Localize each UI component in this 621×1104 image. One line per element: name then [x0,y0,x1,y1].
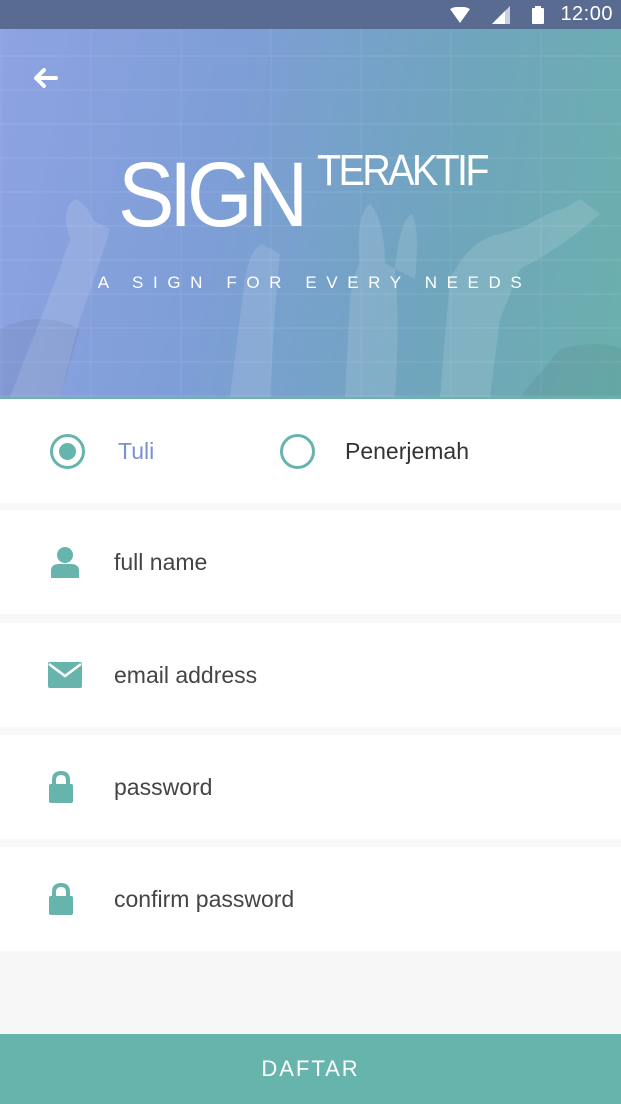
tagline: A SIGN FOR EVERY NEEDS [97,273,532,292]
radio-label-penerjemah: Penerjemah [345,437,470,464]
lock-icon [44,882,78,916]
app-logo: SIGN TERAKTIF [118,149,506,249]
confirm-password-field[interactable]: confirm password [0,847,621,951]
full-name-field[interactable]: full name [0,510,621,614]
lock-icon [44,770,78,804]
radio-unselected-icon[interactable] [280,433,315,469]
signal-icon [492,5,511,24]
back-button[interactable] [28,63,64,93]
battery-icon [532,5,545,24]
mail-icon [48,658,82,692]
role-radio-group: Tuli Penerjemah [0,397,621,503]
logo-main-text: SIGN [118,144,308,246]
radio-selected-icon[interactable] [50,433,85,469]
user-icon [48,545,82,579]
status-bar: 12:00 [0,0,621,29]
logo-sup-text: TERAKTIF [316,146,490,195]
email-placeholder: email address [114,661,258,688]
email-field[interactable]: email address [0,623,621,727]
password-field[interactable]: password [0,735,621,839]
confirm-password-placeholder: confirm password [114,885,295,912]
radio-label-tuli: Tuli [118,437,155,464]
status-time: 12:00 [560,3,613,25]
arrow-left-icon [34,68,58,88]
radio-option-tuli[interactable]: Tuli [50,399,154,503]
full-name-placeholder: full name [114,548,208,575]
radio-option-penerjemah[interactable]: Penerjemah [280,399,469,503]
hero-banner: SIGN TERAKTIF A SIGN FOR EVERY NEEDS [0,29,621,397]
password-placeholder: password [114,773,213,800]
wifi-icon [450,6,471,23]
daftar-button[interactable]: DAFTAR [0,1034,621,1104]
